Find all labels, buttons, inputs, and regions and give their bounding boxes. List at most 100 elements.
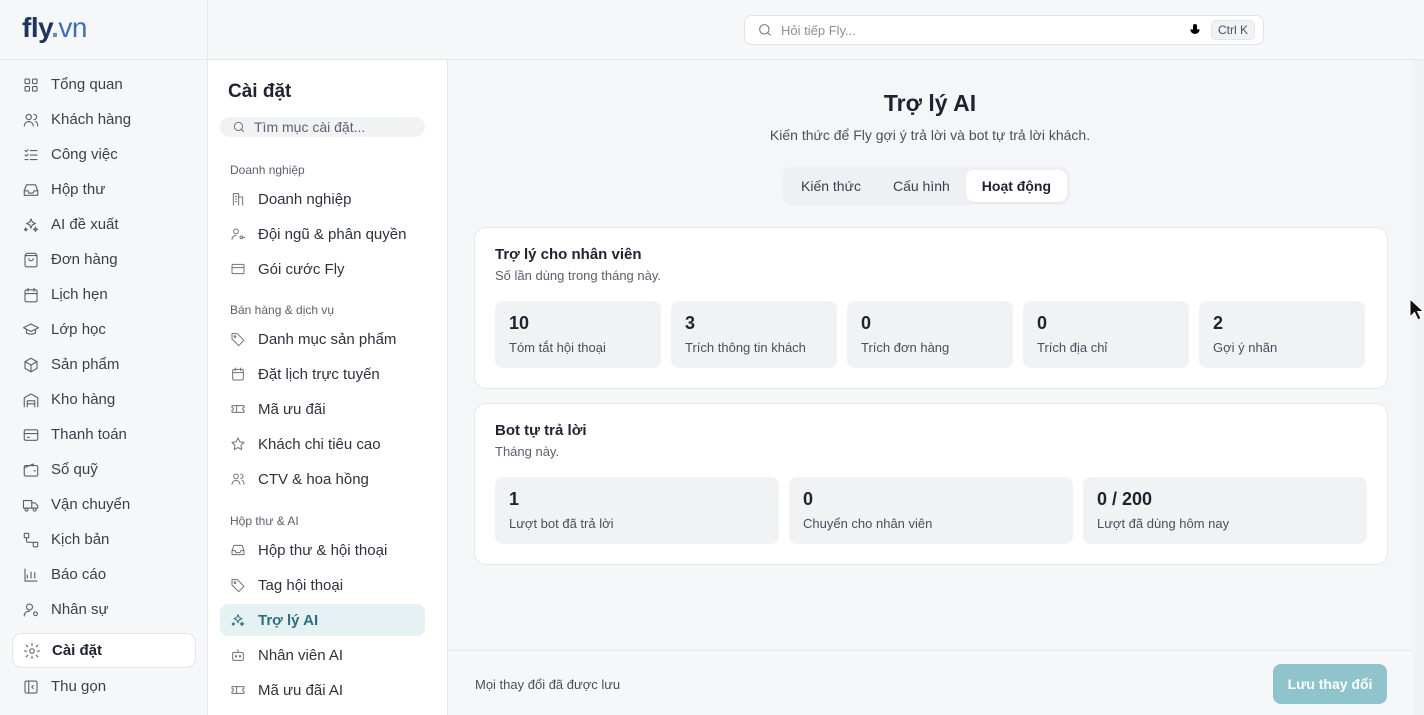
sidebar-item-nav-items-0[interactable]: Tổng quan [12, 67, 196, 102]
sidebar-item-nav-items-10[interactable]: Thanh toán [12, 417, 196, 452]
stat-tile: 10 Tóm tắt hội thoại [495, 301, 661, 368]
sidebar-item-nav-collapse[interactable]: Thu gọn [12, 669, 196, 704]
truck-icon [22, 496, 40, 514]
sidebar-item-label: Lớp học [51, 321, 106, 338]
save-button[interactable]: Lưu thay đổi [1273, 664, 1387, 704]
stat-tile: 2 Gợi ý nhãn [1199, 301, 1365, 368]
stat-value: 0 [803, 489, 814, 509]
settings-group-title: Doanh nghiệp [230, 163, 305, 177]
card-icon [230, 261, 246, 277]
settings-item-label: Trợ lý AI [258, 611, 319, 629]
settings-item[interactable]: Mã ưu đãi AI [220, 674, 425, 706]
sidebar-item-nav-items-5[interactable]: Đơn hàng [12, 242, 196, 277]
settings-title: Cài đặt [228, 81, 292, 102]
settings-item[interactable]: Danh mục sản phẩm [220, 323, 425, 355]
sidebar-item-nav-items-11[interactable]: Sổ quỹ [12, 452, 196, 487]
fly-logo[interactable]: fly.vn [22, 12, 87, 44]
box-icon [22, 356, 40, 374]
stat-tile: 0 Chuyển cho nhân viên [789, 477, 1073, 544]
card-subtitle: Tháng này. [495, 444, 560, 459]
sidebar-item-label: Thu gọn [51, 678, 107, 695]
ask-fly-input[interactable] [781, 22, 1187, 38]
settings-item[interactable]: Đặt lịch trực tuyến [220, 358, 425, 390]
card-subtitle: Số lần dùng trong tháng này. [495, 268, 661, 283]
bag-icon [22, 251, 40, 269]
settings-item[interactable]: Trợ lý AI [220, 604, 425, 636]
settings-search-input[interactable] [254, 119, 414, 135]
stat-label: Gợi ý nhãn [1213, 340, 1278, 355]
settings-item[interactable]: Tag hội thoại [220, 569, 425, 601]
settings-item[interactable]: Khách chi tiêu cao [220, 428, 425, 460]
settings-item-label: CTV & hoa hồng [258, 470, 369, 488]
settings-item-label: Mã ưu đãi AI [258, 681, 344, 699]
sidebar-item-nav-items-8[interactable]: Sản phẩm [12, 347, 196, 382]
star-icon [230, 436, 246, 452]
sidebar-item-nav-items-15[interactable]: Nhân sự [12, 592, 196, 627]
sidebar-divider [0, 59, 207, 60]
users-icon [22, 111, 40, 129]
sidebar-item-label: Lịch hẹn [51, 286, 108, 303]
sidebar-item-nav-items-1[interactable]: Khách hàng [12, 102, 196, 137]
stat-value: 2 [1213, 313, 1224, 333]
inbox-icon [22, 181, 40, 199]
graduation-cap-icon [22, 321, 40, 339]
sidebar-item-nav-items-2[interactable]: Công việc [12, 137, 196, 172]
calendar-icon [22, 286, 40, 304]
stat-label: Trích thông tin khách [685, 340, 806, 355]
sidebar-item-label: Khách hàng [51, 111, 132, 128]
settings-item[interactable]: CTV & hoa hồng [220, 463, 425, 495]
users-icon [230, 471, 246, 487]
settings-group-title: Bán hàng & dịch vụ [230, 303, 335, 317]
search-icon [757, 22, 773, 38]
main-sidebar: fly.vn Tổng quan Khách hàng Công việc Hộp t… [0, 0, 208, 715]
settings-item[interactable]: Gói cước Fly [220, 253, 425, 285]
stat-tile: 0 Trích đơn hàng [847, 301, 1013, 368]
stat-value: 10 [509, 313, 530, 333]
stat-value: 3 [685, 313, 696, 333]
sidebar-item-nav-items-13[interactable]: Kịch bản [12, 522, 196, 557]
settings-item-label: Hộp thư & hội thoại [258, 541, 388, 559]
settings-search[interactable] [220, 117, 425, 137]
settings-item[interactable]: Đội ngũ & phân quyền [220, 218, 425, 250]
stat-value: 0 [861, 313, 872, 333]
settings-group-title: Hộp thư & AI [230, 514, 299, 528]
stat-tile: 3 Trích thông tin khách [671, 301, 837, 368]
sidebar-item-label: Công việc [51, 146, 118, 163]
shortcut-badge: Ctrl K [1211, 20, 1255, 40]
sidebar-item-nav-items-12[interactable]: Vận chuyển [12, 487, 196, 522]
microphone-icon[interactable] [1187, 22, 1203, 38]
sidebar-item-nav-items-9[interactable]: Kho hàng [12, 382, 196, 417]
settings-item-label: Mã ưu đãi [258, 400, 326, 418]
sidebar-item-label: Sản phẩm [51, 356, 120, 373]
settings-item[interactable]: Mã ưu đãi [220, 393, 425, 425]
settings-item[interactable]: Hộp thư & hội thoại [220, 534, 425, 566]
tab-hoat-dong[interactable]: Hoạt động [965, 170, 1068, 202]
sidebar-item-nav-items-4[interactable]: AI đề xuất [12, 207, 196, 242]
settings-item-label: Đội ngũ & phân quyền [258, 225, 407, 243]
gear-icon [23, 642, 41, 660]
sidebar-item-nav-items-14[interactable]: Báo cáo [12, 557, 196, 592]
sidebar-item-label: Sổ quỹ [51, 461, 98, 478]
sidebar-collapse-icon [22, 678, 40, 696]
settings-item[interactable]: Doanh nghiệp [220, 183, 425, 215]
tag-icon [230, 331, 246, 347]
auto-reply-bot-card: Bot tự trả lời Tháng này. 1 Lượt bot đã t… [474, 403, 1388, 565]
sparkles-icon [22, 216, 40, 234]
tab-kien-thuc[interactable]: Kiến thức [785, 170, 877, 202]
settings-item[interactable]: Nhân viên AI [220, 639, 425, 671]
sidebar-item-nav-items-6[interactable]: Lịch hẹn [12, 277, 196, 312]
sidebar-item-label: Đơn hàng [51, 251, 118, 268]
tab-cau-hinh[interactable]: Cấu hình [877, 170, 966, 202]
page-scrollbar[interactable] [1413, 60, 1424, 715]
building-icon [230, 191, 246, 207]
sidebar-item-label: Vận chuyển [51, 496, 131, 513]
sidebar-item-nav-items-3[interactable]: Hộp thư [12, 172, 196, 207]
stat-tile: 0 / 200 Lượt đã dùng hôm nay [1083, 477, 1367, 544]
calendar-icon [230, 366, 246, 382]
settings-item-label: Tag hội thoại [258, 576, 344, 594]
sidebar-item-nav-active[interactable]: Cài đặt [12, 633, 196, 668]
sidebar-item-label: Nhân sự [51, 601, 109, 618]
stat-tile: 1 Lượt bot đã trả lời [495, 477, 779, 544]
ask-fly-search[interactable]: Ctrl K [744, 15, 1264, 45]
sidebar-item-nav-items-7[interactable]: Lớp học [12, 312, 196, 347]
